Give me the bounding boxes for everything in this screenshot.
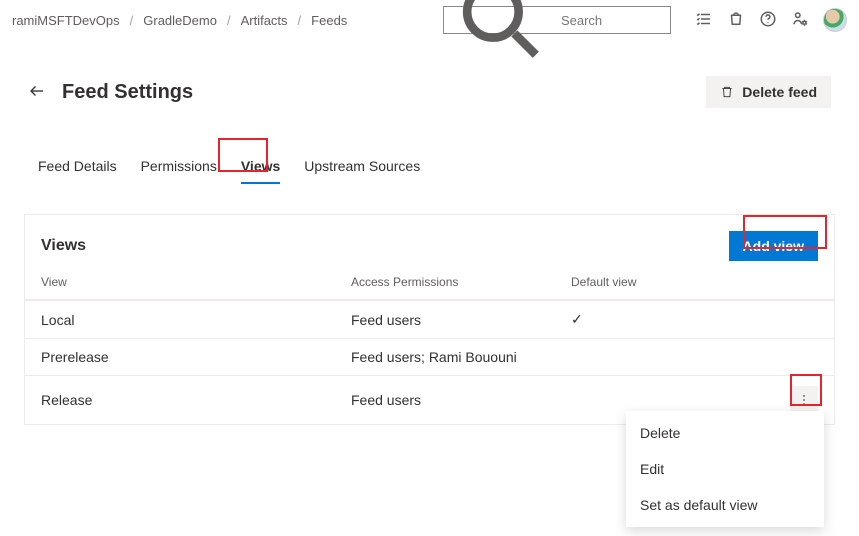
tab-permissions[interactable]: Permissions	[139, 154, 219, 178]
view-name: Local	[41, 312, 351, 328]
views-grid-header: View Access Permissions Default view	[25, 265, 834, 300]
views-card: Views Add view View Access Permissions D…	[24, 214, 835, 425]
view-name: Prerelease	[41, 349, 351, 365]
avatar[interactable]	[823, 8, 847, 32]
col-access: Access Permissions	[351, 275, 571, 289]
more-vertical-icon	[797, 393, 811, 407]
back-button[interactable]	[28, 82, 46, 103]
delete-feed-button[interactable]: Delete feed	[706, 76, 831, 108]
views-card-title: Views	[41, 237, 86, 255]
breadcrumb-area[interactable]: Artifacts	[241, 13, 288, 28]
task-list-icon[interactable]	[695, 10, 713, 31]
table-row[interactable]: Prerelease Feed users; Rami Bououni	[25, 338, 834, 375]
breadcrumb-project[interactable]: GradleDemo	[143, 13, 217, 28]
menu-item-edit[interactable]: Edit	[626, 451, 824, 487]
breadcrumb-sep: /	[223, 13, 235, 28]
menu-item-default[interactable]: Set as default view	[626, 487, 824, 523]
breadcrumb-page[interactable]: Feeds	[311, 13, 347, 28]
page-header: Feed Settings Delete feed	[0, 76, 859, 108]
view-name: Release	[41, 392, 351, 408]
top-icons	[695, 8, 847, 32]
table-row[interactable]: Local Feed users ✓	[25, 300, 834, 338]
breadcrumb-org[interactable]: ramiMSFTDevOps	[12, 13, 120, 28]
add-view-button[interactable]: Add view	[729, 231, 818, 261]
help-icon[interactable]	[759, 10, 777, 31]
check-icon: ✓	[571, 311, 751, 328]
breadcrumbs: ramiMSFTDevOps / GradleDemo / Artifacts / F…	[12, 13, 347, 28]
col-view: View	[41, 275, 351, 289]
search-input[interactable]	[559, 12, 664, 29]
view-perm: Feed users; Rami Bououni	[351, 349, 571, 365]
views-card-header: Views Add view	[25, 215, 834, 265]
search-icon	[450, 0, 553, 71]
breadcrumb-sep: /	[294, 13, 306, 28]
tab-views[interactable]: Views	[239, 154, 282, 178]
view-perm: Feed users	[351, 312, 571, 328]
tab-feed-details[interactable]: Feed Details	[36, 154, 119, 178]
col-default: Default view	[571, 275, 751, 289]
marketplace-icon[interactable]	[727, 10, 745, 31]
breadcrumb-sep: /	[126, 13, 138, 28]
page-title: Feed Settings	[62, 81, 193, 104]
row-more-button[interactable]	[790, 386, 818, 414]
trash-icon	[720, 85, 734, 99]
menu-item-delete[interactable]: Delete	[626, 415, 824, 451]
tab-upstream-sources[interactable]: Upstream Sources	[302, 154, 422, 178]
row-context-menu: Delete Edit Set as default view	[626, 411, 824, 527]
top-bar: ramiMSFTDevOps / GradleDemo / Artifacts / F…	[0, 0, 859, 40]
settings-icon[interactable]	[791, 10, 809, 31]
view-perm: Feed users	[351, 392, 571, 408]
search-box[interactable]	[443, 6, 671, 34]
delete-feed-label: Delete feed	[742, 84, 817, 100]
tabs: Feed Details Permissions Views Upstream …	[0, 154, 859, 178]
